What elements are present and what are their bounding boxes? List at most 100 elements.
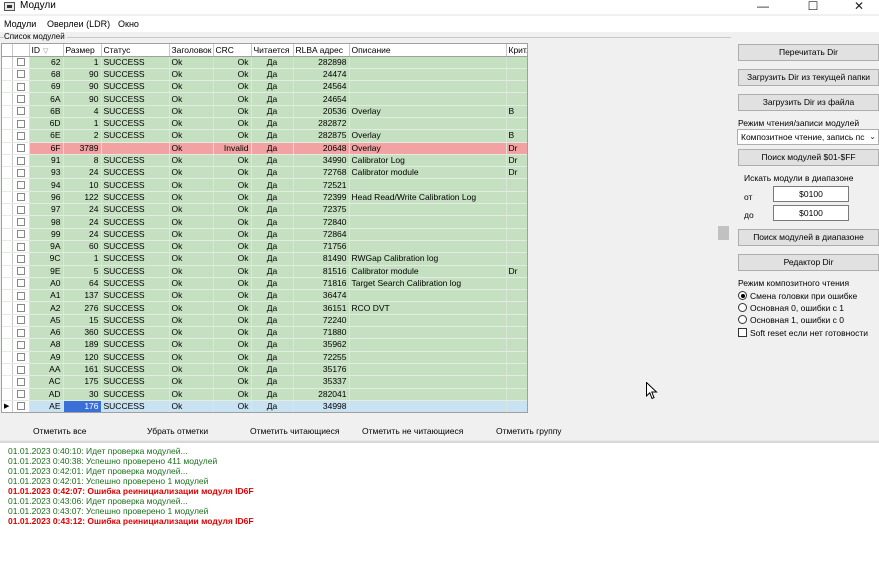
row-checkbox[interactable]	[16, 131, 25, 140]
table-row[interactable]: 9A 60 SUCCESS Ok Ok Да 71756	[2, 240, 527, 254]
row-checkbox-cell[interactable]	[12, 240, 30, 254]
log-panel[interactable]: 01.01.2023 0:40:10: Идет проверка модуле…	[0, 443, 879, 571]
row-checkbox[interactable]	[16, 390, 25, 399]
minimize-button[interactable]: —	[743, 0, 783, 14]
row-checkbox[interactable]	[16, 254, 25, 263]
table-row[interactable]: 6D 1 SUCCESS Ok Ok Да 282872	[2, 117, 527, 131]
row-checkbox-cell[interactable]	[12, 178, 30, 192]
row-checkbox-cell[interactable]	[12, 203, 30, 217]
row-checkbox[interactable]	[16, 353, 25, 362]
row-checkbox-cell[interactable]	[12, 400, 30, 412]
table-row[interactable]: 93 24 SUCCESS Ok Ok Да 72768 Calibrator module D…	[2, 166, 527, 180]
row-checkbox-cell[interactable]	[12, 80, 30, 94]
table-row[interactable]: 6F 3789 Ok Invalid Да 20648 Overlay Dr	[2, 142, 527, 155]
row-checkbox[interactable]	[16, 119, 25, 128]
table-row[interactable]: 69 90 SUCCESS Ok Ok Да 24564	[2, 80, 527, 94]
table-row[interactable]: 62 1 SUCCESS Ok Ok Да 282898	[2, 56, 527, 69]
table-row[interactable]: A2 276 SUCCESS Ok Ok Да 36151 RCO DVT	[2, 301, 527, 315]
mark-unreadable-button[interactable]: Отметить не читающиеся	[362, 426, 463, 437]
col-status[interactable]: Статус	[101, 44, 170, 57]
table-row[interactable]: A6 360 SUCCESS Ok Ok Да 71880	[2, 326, 527, 340]
col-size[interactable]: Размер	[63, 44, 102, 57]
table-row[interactable]: 99 24 SUCCESS Ok Ok Да 72864	[2, 228, 527, 241]
col-id[interactable]: ID ▽	[29, 44, 64, 57]
menu-modules[interactable]: Модули	[4, 18, 36, 30]
row-checkbox-cell[interactable]	[12, 228, 30, 241]
row-checkbox-cell[interactable]	[12, 375, 30, 389]
col-description[interactable]: Описание	[349, 44, 507, 57]
maximize-button[interactable]: ☐	[793, 0, 833, 14]
row-checkbox-cell[interactable]	[12, 301, 30, 315]
reread-dir-button[interactable]: Перечитать Dir	[738, 44, 879, 61]
mark-all-button[interactable]: Отметить все	[33, 426, 87, 437]
grid-scrollbar[interactable]	[717, 43, 730, 414]
row-checkbox-cell[interactable]	[12, 56, 30, 69]
table-row[interactable]: 6E 2 SUCCESS Ok Ok Да 282875 Overlay B	[2, 129, 527, 143]
row-checkbox-cell[interactable]	[12, 252, 30, 266]
row-checkbox-cell[interactable]	[12, 314, 30, 328]
radio-head-switch[interactable]	[738, 291, 747, 300]
row-checkbox-cell[interactable]	[12, 68, 30, 82]
row-checkbox[interactable]	[16, 365, 25, 374]
row-checkbox[interactable]	[16, 218, 25, 226]
row-checkbox-cell[interactable]	[12, 92, 30, 106]
col-crit[interactable]: Крит.	[506, 44, 527, 57]
row-checkbox-cell[interactable]	[12, 363, 30, 377]
row-checkbox-cell[interactable]	[12, 289, 30, 303]
row-checkbox[interactable]	[16, 267, 25, 276]
row-checkbox[interactable]	[16, 316, 25, 325]
mark-group-button[interactable]: Отметить группу	[496, 426, 562, 437]
row-checkbox-cell[interactable]	[12, 154, 30, 168]
table-row[interactable]: 9C 1 SUCCESS Ok Ok Да 81490 RWGap Calibration l…	[2, 252, 527, 266]
col-header[interactable]: Заголовок	[169, 44, 214, 57]
row-checkbox[interactable]	[16, 304, 25, 313]
menu-overlays[interactable]: Оверлеи (LDR)	[47, 18, 110, 30]
table-row[interactable]: AC 175 SUCCESS Ok Ok Да 35337	[2, 375, 527, 389]
search-range-button[interactable]: Поиск модулей в диапазоне	[738, 229, 879, 246]
rw-mode-select[interactable]: Композитное чтение, запись пс ⌄	[737, 129, 879, 145]
search-01-ff-button[interactable]: Поиск модулей $01-$FF	[738, 149, 879, 166]
row-checkbox[interactable]	[16, 328, 25, 337]
table-row[interactable]: A1 137 SUCCESS Ok Ok Да 36474	[2, 289, 527, 303]
from-input[interactable]: $0100	[773, 186, 849, 202]
row-checkbox[interactable]	[16, 95, 25, 104]
col-crc[interactable]: CRC	[213, 44, 252, 57]
menu-window[interactable]: Окно	[118, 18, 139, 30]
table-row[interactable]: 6B 4 SUCCESS Ok Ok Да 20536 Overlay B	[2, 105, 527, 118]
table-row[interactable]: 94 10 SUCCESS Ok Ok Да 72521	[2, 178, 527, 192]
table-row[interactable]: AA 161 SUCCESS Ok Ok Да 35176	[2, 363, 527, 377]
table-row[interactable]: ▶ AE 176 SUCCESS Ok Ok Да 34998	[2, 400, 527, 412]
load-dir-file-button[interactable]: Загрузить Dir из файла	[738, 94, 879, 111]
row-checkbox-cell[interactable]	[12, 388, 30, 401]
col-check[interactable]	[12, 44, 30, 57]
row-checkbox[interactable]	[16, 291, 25, 300]
load-dir-folder-button[interactable]: Загрузить Dir из текущей папки	[738, 69, 879, 86]
row-checkbox[interactable]	[16, 144, 25, 153]
row-checkbox[interactable]	[16, 70, 25, 79]
table-row[interactable]: 6A 90 SUCCESS Ok Ok Да 24654	[2, 92, 527, 106]
row-checkbox[interactable]	[16, 82, 25, 91]
col-readable[interactable]: Читается	[251, 44, 294, 57]
mark-readable-button[interactable]: Отметить читающиеся	[250, 426, 340, 437]
row-checkbox-cell[interactable]	[12, 351, 30, 364]
close-button[interactable]: ✕	[839, 0, 879, 14]
row-checkbox[interactable]	[16, 205, 25, 214]
row-checkbox[interactable]	[16, 107, 25, 116]
row-checkbox-cell[interactable]	[12, 129, 30, 143]
col-rlba[interactable]: RLBA адрес	[293, 44, 350, 57]
row-checkbox[interactable]	[16, 242, 25, 251]
row-checkbox-cell[interactable]	[12, 117, 30, 131]
table-row[interactable]: 98 24 SUCCESS Ok Ok Да 72840	[2, 215, 527, 229]
dir-editor-button[interactable]: Редактор Dir	[738, 254, 879, 271]
row-checkbox-cell[interactable]	[12, 166, 30, 180]
row-checkbox[interactable]	[16, 58, 25, 67]
unmark-button[interactable]: Убрать отметки	[147, 426, 208, 437]
table-row[interactable]: A9 120 SUCCESS Ok Ok Да 72255	[2, 351, 527, 364]
table-row[interactable]: 97 24 SUCCESS Ok Ok Да 72375	[2, 203, 527, 217]
row-checkbox-cell[interactable]	[12, 191, 30, 205]
modules-grid[interactable]: ID ▽ Размер Статус Заголовок CRC Читается…	[1, 43, 528, 413]
table-row[interactable]: 96 122 SUCCESS Ok Ok Да 72399 Head Read/Write C…	[2, 191, 527, 205]
row-checkbox-cell[interactable]	[12, 338, 30, 352]
row-checkbox[interactable]	[16, 279, 25, 288]
row-checkbox-cell[interactable]	[12, 215, 30, 229]
